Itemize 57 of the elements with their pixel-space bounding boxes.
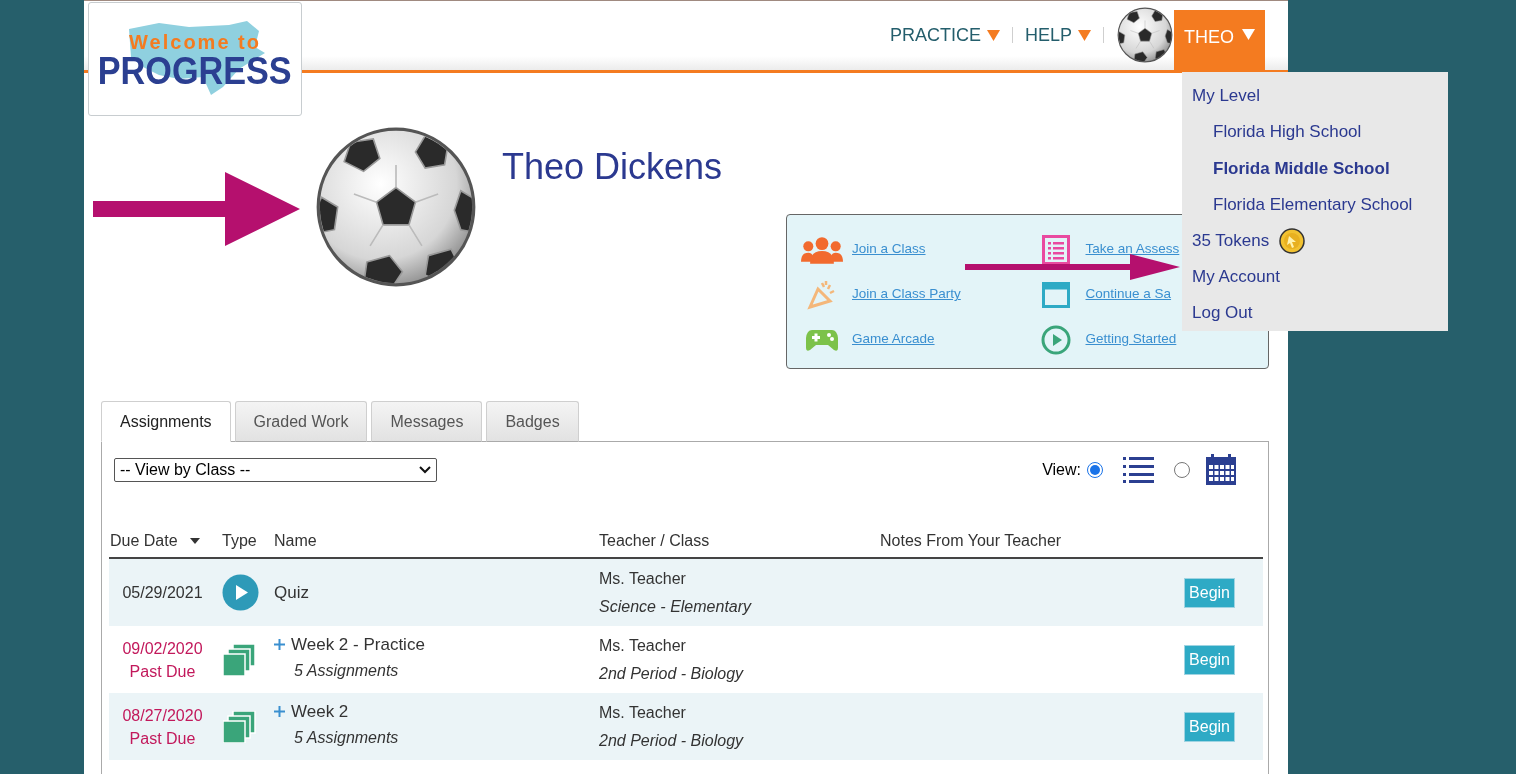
- due-status: Past Due: [129, 728, 196, 749]
- stacked-pages-icon: [223, 710, 257, 743]
- expand-plus-icon[interactable]: [274, 706, 285, 717]
- teacher-name: Ms. Teacher: [599, 635, 687, 656]
- logo-wordmark: PROGRESS: [98, 52, 292, 90]
- assignment-count: 5 Assignments: [293, 727, 400, 748]
- due-date: 09/02/2020: [122, 638, 203, 659]
- class-name: Science - Elementary: [599, 596, 753, 617]
- play-circle-icon: [1040, 324, 1071, 355]
- calendar-icon: [1206, 454, 1236, 485]
- column-header: Type: [222, 531, 257, 551]
- class-name: 2nd Period - Biology: [599, 663, 745, 684]
- nav-menu[interactable]: PRACTICE: [889, 21, 1000, 49]
- expand-plus-icon[interactable]: [274, 639, 285, 650]
- menu-item[interactable]: Log Out: [1192, 294, 1448, 331]
- chevron-down-icon: [419, 466, 431, 474]
- teacher-name: Ms. Teacher: [599, 702, 687, 723]
- column-header: Name: [274, 531, 317, 551]
- due-date: 05/29/2021: [122, 583, 203, 603]
- tab[interactable]: Messages: [371, 401, 483, 442]
- token-count: 35 Tokens: [1192, 229, 1270, 252]
- avatar-ball-icon: [1117, 7, 1173, 63]
- people-icon: [801, 234, 843, 265]
- tab[interactable]: Assignments: [101, 401, 231, 442]
- window-icon: [1041, 281, 1070, 308]
- coin-icon: [1279, 227, 1306, 254]
- column-header: Notes From Your Teacher: [880, 531, 1062, 551]
- class-name: 2nd Period - Biology: [599, 730, 745, 751]
- nav-menu[interactable]: HELP: [1024, 21, 1091, 49]
- caret-icon: [1078, 29, 1091, 41]
- profile-name: Theo Dickens: [502, 145, 724, 189]
- due-date: 08/27/2020: [122, 705, 203, 726]
- class-filter-dropdown[interactable]: -- View by Class --: [114, 458, 437, 482]
- column-header[interactable]: Due Date: [110, 529, 178, 553]
- play-circle-icon: [222, 574, 259, 611]
- tab[interactable]: Badges: [486, 401, 579, 442]
- caret-icon: [1242, 28, 1255, 40]
- assignment-count: 5 Assignments: [293, 660, 400, 681]
- gamepad-icon: [806, 327, 838, 352]
- assignment-name: Week 2 - Practice: [291, 633, 425, 656]
- list-view-icon: [1123, 455, 1154, 484]
- menu-item[interactable]: Florida High School: [1192, 114, 1448, 151]
- list-icon: [1041, 234, 1070, 265]
- stacked-pages-icon: [223, 643, 257, 676]
- menu-item[interactable]: My Account: [1192, 258, 1448, 295]
- menu-item[interactable]: Florida Elementary School: [1192, 186, 1448, 223]
- assignment-name: Week 2: [291, 700, 349, 723]
- caret-icon: [986, 29, 1000, 41]
- column-header: Teacher / Class: [599, 531, 710, 551]
- tab[interactable]: Graded Work: [234, 401, 368, 442]
- teacher-name: Ms. Teacher: [599, 568, 687, 589]
- due-status: Past Due: [129, 661, 196, 682]
- menu-item[interactable]: Florida Middle School: [1192, 150, 1448, 187]
- sort-caret-icon: [189, 538, 200, 544]
- view-label: View:: [1042, 459, 1081, 480]
- menu-heading: My Level: [1192, 85, 1262, 108]
- assignment-name: Quiz: [274, 581, 309, 604]
